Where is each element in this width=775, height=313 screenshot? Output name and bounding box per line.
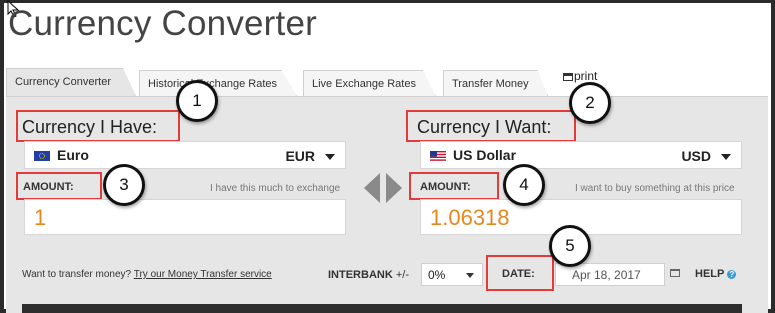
callout-1: 1 — [176, 80, 218, 122]
swap-arrows-icon[interactable] — [364, 173, 404, 203]
annotation-box-5 — [486, 255, 554, 291]
currency-want-select[interactable]: US Dollar USD — [420, 141, 742, 169]
transfer-question: Want to transfer money? — [22, 269, 132, 280]
currency-have-code: EUR — [285, 148, 315, 164]
transfer-link[interactable]: Try our Money Transfer service — [134, 269, 272, 280]
dropdown-caret-icon — [721, 154, 731, 160]
help-icon: ? — [727, 270, 737, 279]
help-link[interactable]: HELP? — [695, 268, 737, 280]
calendar-icon[interactable] — [670, 269, 680, 277]
callout-3: 3 — [103, 164, 145, 206]
tab-historical-exchange-rates[interactable]: Historical Exchange Rates — [139, 70, 297, 96]
print-icon — [563, 73, 573, 81]
amount-have-input[interactable]: 1 — [24, 199, 346, 235]
amount-have-hint: I have this much to exchange — [210, 183, 341, 194]
amount-have-value: 1 — [34, 205, 47, 230]
interbank-label: INTERBANK +/- — [328, 269, 409, 281]
annotation-box-3 — [16, 172, 102, 200]
results-bar — [22, 304, 742, 313]
tab-transfer-money[interactable]: Transfer Money — [443, 70, 548, 96]
print-link[interactable]: print — [563, 69, 597, 83]
interbank-value: 0% — [428, 268, 446, 282]
tab-label: Transfer Money — [452, 78, 529, 90]
amount-want-value: 1.06318 — [430, 205, 510, 230]
interbank-label-text: INTERBANK — [328, 269, 393, 281]
annotation-box-1 — [16, 110, 180, 142]
date-value: Apr 18, 2017 — [572, 268, 641, 282]
callout-5: 5 — [549, 225, 591, 267]
currency-want-name: US Dollar — [453, 147, 517, 163]
eu-flag-icon — [34, 151, 50, 161]
tab-bar: Currency Converter Historical Exchange R… — [6, 68, 768, 96]
annotation-box-4 — [409, 172, 499, 200]
tab-live-exchange-rates[interactable]: Live Exchange Rates — [303, 70, 436, 96]
transfer-prompt: Want to transfer money? Try our Money Tr… — [22, 269, 272, 280]
dropdown-caret-icon — [325, 154, 335, 160]
currency-want-code: USD — [681, 148, 711, 164]
interbank-select[interactable]: 0% — [421, 263, 483, 286]
print-label: print — [574, 69, 598, 83]
tab-label: Live Exchange Rates — [312, 78, 416, 90]
help-label: HELP — [695, 268, 725, 280]
tab-currency-converter[interactable]: Currency Converter — [6, 68, 136, 96]
callout-2: 2 — [569, 82, 611, 124]
tab-label: Currency Converter — [15, 76, 111, 88]
annotation-box-2 — [406, 110, 576, 142]
currency-have-name: Euro — [57, 147, 89, 163]
page-title: Currency Converter — [8, 4, 317, 43]
interbank-plus-minus: +/- — [395, 269, 409, 281]
callout-4: 4 — [503, 164, 545, 206]
currency-have-select[interactable]: Euro EUR — [24, 141, 346, 169]
us-flag-icon — [430, 151, 446, 161]
amount-want-hint: I want to buy something at this price — [575, 183, 735, 194]
dropdown-caret-icon — [466, 273, 474, 278]
